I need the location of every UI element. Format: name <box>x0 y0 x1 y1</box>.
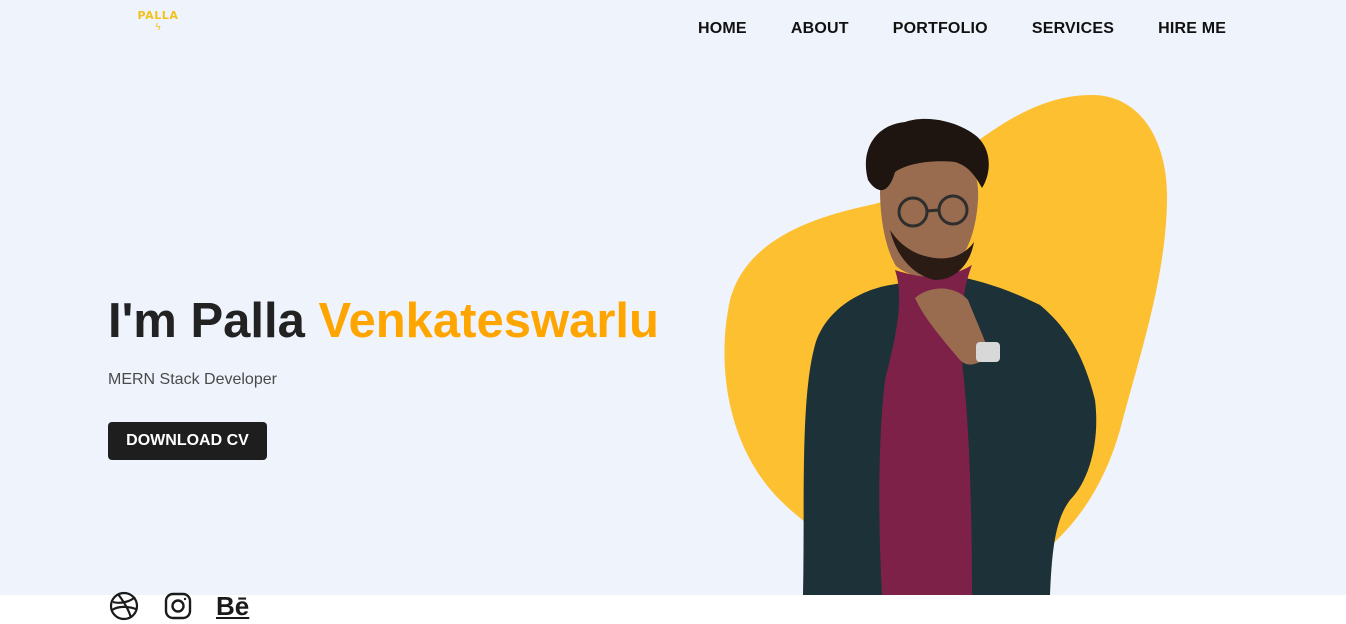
instagram-link[interactable] <box>164 592 192 620</box>
social-links: Bē <box>108 590 249 622</box>
hero-greeting: I'm Palla <box>108 294 319 348</box>
site-logo[interactable]: PALLA ϟ <box>132 10 184 40</box>
behance-icon: Bē <box>216 591 250 621</box>
watch-band-shape <box>976 342 1000 362</box>
main-nav: HOME ABOUT PORTFOLIO SERVICES HIRE ME <box>698 18 1226 40</box>
nav-hire-me[interactable]: HIRE ME <box>1158 20 1226 38</box>
dribbble-link[interactable] <box>108 590 140 622</box>
instagram-icon <box>164 592 192 620</box>
nav-services[interactable]: SERVICES <box>1032 20 1114 38</box>
lightning-bolt-icon: ϟ <box>155 22 161 33</box>
download-cv-button[interactable]: DOWNLOAD CV <box>108 422 267 460</box>
dribbble-icon <box>109 591 139 621</box>
nav-home[interactable]: HOME <box>698 20 747 38</box>
hero-illustration <box>724 95 1168 595</box>
hero-subtitle: MERN Stack Developer <box>108 371 277 388</box>
nav-portfolio[interactable]: PORTFOLIO <box>893 20 988 38</box>
behance-link[interactable]: Bē <box>216 591 249 621</box>
hero-name-highlight: Venkateswarlu <box>318 294 659 348</box>
logo-text: PALLA <box>137 9 179 22</box>
nav-about[interactable]: ABOUT <box>791 20 849 38</box>
hero-headline: I'm Palla Venkateswarlu <box>108 292 659 350</box>
